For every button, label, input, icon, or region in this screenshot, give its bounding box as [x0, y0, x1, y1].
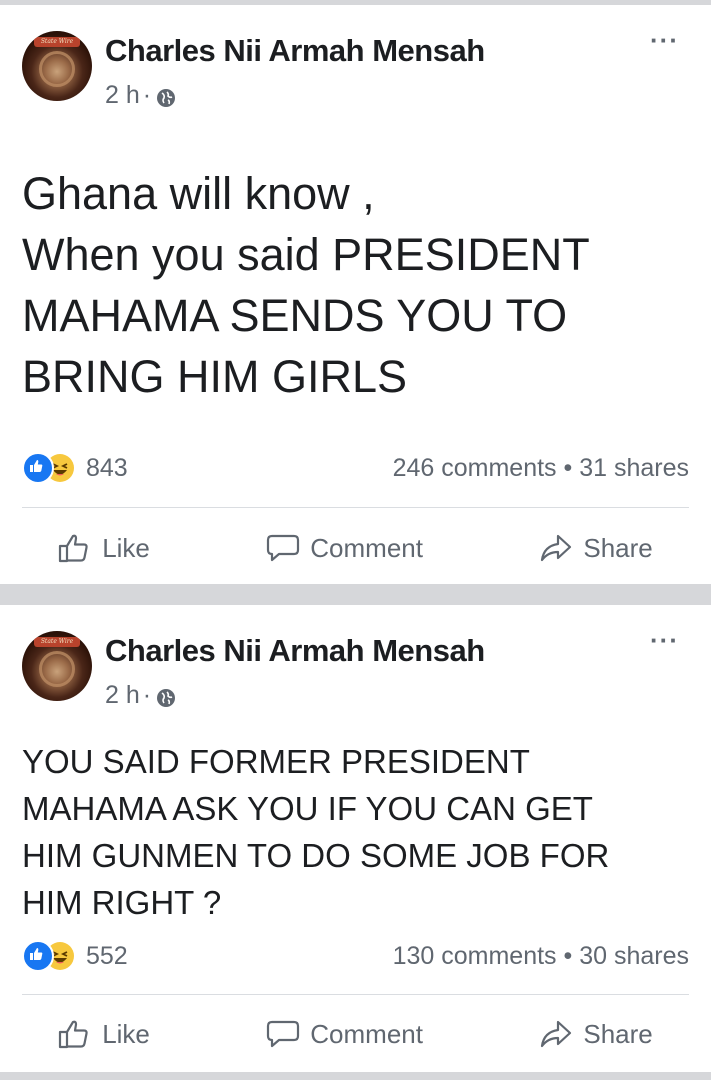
- reactions-bar: 552 130 comments • 30 shares: [22, 939, 689, 973]
- post-text-line: YOU SAID FORMER PRESIDENT: [22, 743, 530, 780]
- post-card: State Wire Charles Nii Armah Mensah 2 h …: [0, 5, 711, 584]
- post-card: State Wire Charles Nii Armah Mensah 2 h …: [0, 605, 711, 1072]
- reactions-bar: 843 246 comments • 31 shares: [22, 451, 689, 485]
- like-button[interactable]: Like: [58, 1019, 150, 1050]
- like-reaction-icon: [22, 452, 54, 484]
- reactions-count: 552: [86, 941, 128, 970]
- reaction-icons: [22, 940, 80, 972]
- reactions-summary[interactable]: 843: [22, 452, 128, 484]
- reactions-summary[interactable]: 552: [22, 940, 128, 972]
- share-arrow-icon: [541, 534, 572, 562]
- post-stats: 130 comments • 30 shares: [393, 942, 689, 971]
- thumbs-up-icon: [59, 1020, 88, 1049]
- globe-icon: [156, 86, 176, 107]
- thumbs-up-icon: [59, 534, 88, 563]
- speech-bubble-icon: [267, 1020, 300, 1048]
- post-stats: 246 comments • 31 shares: [393, 454, 689, 483]
- like-button[interactable]: Like: [58, 533, 150, 564]
- meta-separator: ·: [142, 681, 152, 709]
- like-reaction-icon: [22, 940, 54, 972]
- post-meta: 2 h ·: [105, 681, 176, 710]
- post-time[interactable]: 2 h: [105, 681, 140, 710]
- reaction-icons: [22, 452, 80, 484]
- meta-separator: ·: [142, 81, 152, 109]
- post-text-line: Ghana will know ,: [22, 168, 375, 219]
- post-actions: Like Comment Share: [0, 518, 711, 578]
- post-actions: Like Comment Share: [0, 1004, 711, 1064]
- author-avatar[interactable]: State Wire: [22, 631, 92, 701]
- divider: [22, 507, 689, 508]
- avatar-emblem: [39, 651, 75, 687]
- share-label: Share: [583, 1018, 653, 1049]
- author-name[interactable]: Charles Nii Armah Mensah: [105, 33, 485, 69]
- comment-button[interactable]: Comment: [266, 533, 423, 564]
- like-label: Like: [102, 1018, 150, 1049]
- more-options-button[interactable]: ···: [650, 625, 679, 656]
- post-text-line: HIM RIGHT ?: [22, 884, 222, 921]
- globe-icon: [156, 686, 176, 707]
- reactions-count: 843: [86, 453, 128, 482]
- comment-label: Comment: [310, 1018, 423, 1049]
- post-text-line: MAHAMA ASK YOU IF YOU CAN GET: [22, 790, 593, 827]
- shares-count[interactable]: 31 shares: [579, 454, 689, 482]
- more-options-button[interactable]: ···: [650, 25, 679, 56]
- speech-bubble-icon: [267, 534, 300, 562]
- share-arrow-icon: [541, 1020, 572, 1048]
- post-text-line: When you said PRESIDENT: [22, 229, 590, 280]
- avatar-ribbon: State Wire: [34, 637, 80, 647]
- author-avatar[interactable]: State Wire: [22, 31, 92, 101]
- avatar-ribbon: State Wire: [34, 37, 80, 47]
- comment-button[interactable]: Comment: [266, 1019, 423, 1050]
- share-button[interactable]: Share: [539, 1018, 653, 1050]
- avatar-emblem: [39, 51, 75, 87]
- post-text: Ghana will know , When you said PRESIDEN…: [22, 163, 692, 407]
- post-text-line: MAHAMA SENDS YOU TO: [22, 290, 568, 341]
- comments-count[interactable]: 130 comments: [393, 942, 557, 970]
- post-time[interactable]: 2 h: [105, 81, 140, 110]
- divider: [22, 994, 689, 995]
- author-name[interactable]: Charles Nii Armah Mensah: [105, 633, 485, 669]
- post-text-line: BRING HIM GIRLS: [22, 351, 408, 402]
- post-text-line: HIM GUNMEN TO DO SOME JOB FOR: [22, 837, 610, 874]
- shares-count[interactable]: 30 shares: [579, 942, 689, 970]
- post-text: YOU SAID FORMER PRESIDENT MAHAMA ASK YOU…: [22, 738, 692, 926]
- post-meta: 2 h ·: [105, 81, 176, 110]
- like-label: Like: [102, 532, 150, 563]
- comments-count[interactable]: 246 comments: [393, 454, 557, 482]
- share-label: Share: [583, 532, 653, 563]
- share-button[interactable]: Share: [539, 532, 653, 564]
- comment-label: Comment: [310, 532, 423, 563]
- stats-separator: •: [556, 453, 580, 482]
- stats-separator: •: [556, 941, 580, 970]
